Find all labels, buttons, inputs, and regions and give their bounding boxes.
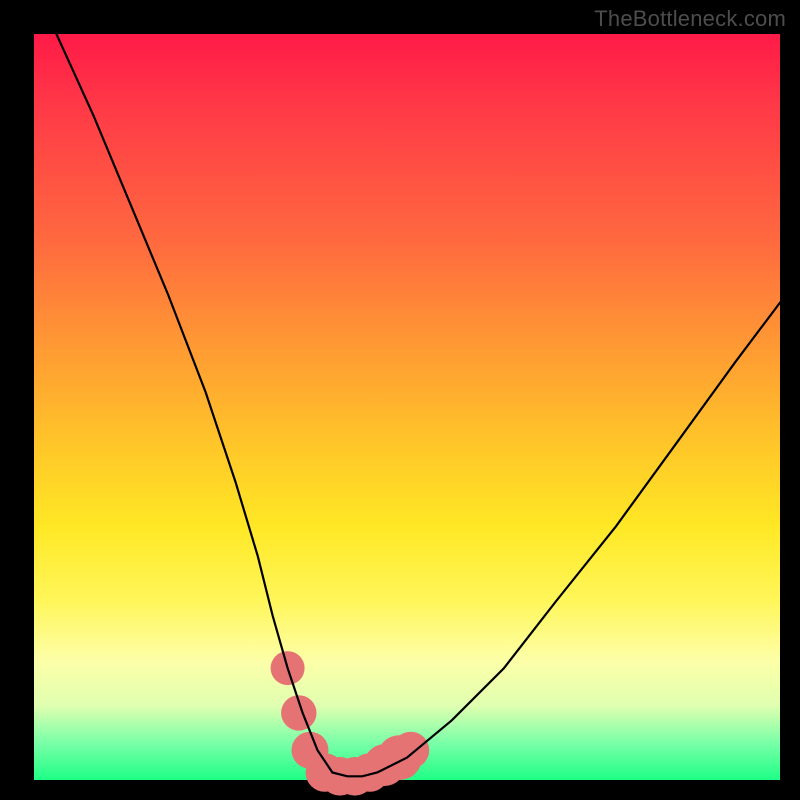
watermark-text: TheBottleneck.com (594, 6, 786, 32)
trough-markers-group (271, 651, 430, 796)
plot-area (34, 34, 780, 780)
curve-svg (34, 34, 780, 780)
bottleneck-curve (56, 34, 780, 776)
chart-frame: TheBottleneck.com (0, 0, 800, 800)
